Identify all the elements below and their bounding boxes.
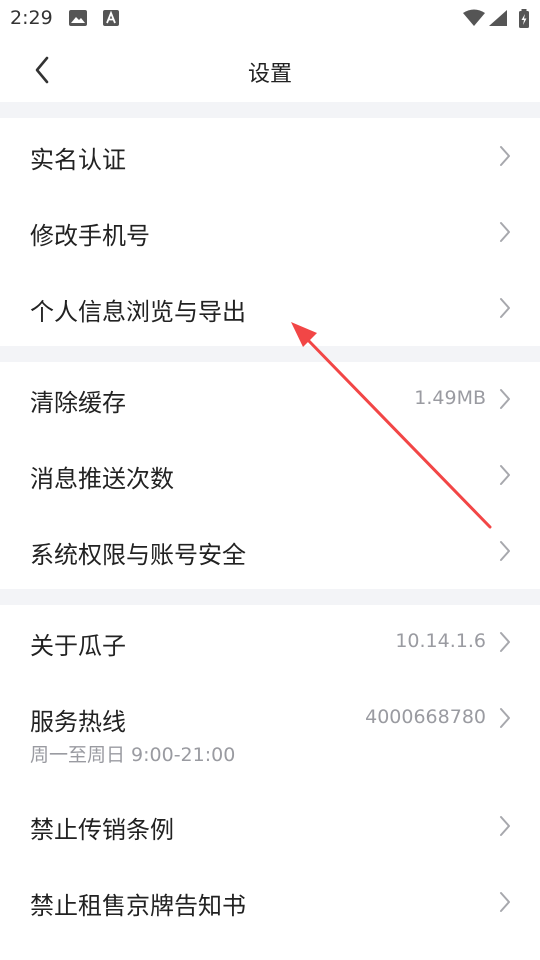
item-label: 系统权限与账号安全 (30, 541, 246, 569)
battery-charging-icon (519, 9, 529, 28)
item-label: 关于瓜子 (30, 632, 126, 660)
settings-item-personal-info-export[interactable]: 个人信息浏览与导出 (0, 270, 540, 346)
settings-item-clear-cache[interactable]: 清除缓存 1.49MB (0, 361, 540, 437)
a-notification-icon (103, 10, 119, 26)
status-bar: 2:29 (0, 0, 540, 36)
settings-item-push-frequency[interactable]: 消息推送次数 (0, 437, 540, 513)
item-label: 禁止传销条例 (30, 816, 174, 844)
settings-item-anti-mlm[interactable]: 禁止传销条例 (0, 788, 540, 864)
item-label: 实名认证 (30, 146, 126, 174)
settings-item-change-phone[interactable]: 修改手机号 (0, 194, 540, 270)
chevron-right-icon (500, 541, 510, 561)
chevron-right-icon (500, 465, 510, 485)
settings-item-beijing-plate-notice[interactable]: 禁止租售京牌告知书 (0, 864, 540, 940)
section-divider (0, 102, 540, 118)
hotline-hours: 周一至周日 9:00-21:00 (30, 744, 236, 766)
item-label: 禁止租售京牌告知书 (30, 892, 246, 920)
settings-item-real-name-auth[interactable]: 实名认证 (0, 118, 540, 194)
section-divider (0, 346, 540, 362)
section-divider (0, 589, 540, 605)
item-label: 修改手机号 (30, 222, 150, 250)
image-icon (69, 10, 87, 26)
item-label: 个人信息浏览与导出 (30, 298, 246, 326)
item-label: 服务热线 (30, 708, 126, 736)
settings-item-hotline[interactable]: 服务热线 4000668780 周一至周日 9:00-21:00 (0, 680, 540, 776)
chevron-right-icon (500, 708, 510, 728)
settings-item-permissions-security[interactable]: 系统权限与账号安全 (0, 513, 540, 589)
signal-icon (489, 10, 507, 26)
nav-bar: 设置 (0, 36, 540, 102)
chevron-right-icon (500, 146, 510, 166)
item-label: 清除缓存 (30, 389, 126, 417)
chevron-right-icon (500, 298, 510, 318)
status-time: 2:29 (10, 7, 53, 29)
settings-item-about[interactable]: 关于瓜子 10.14.1.6 (0, 604, 540, 680)
chevron-right-icon (500, 632, 510, 652)
chevron-right-icon (500, 816, 510, 836)
wifi-icon (463, 9, 485, 26)
item-label: 消息推送次数 (30, 465, 174, 493)
cache-size-value: 1.49MB (414, 387, 486, 409)
hotline-number: 4000668780 (365, 706, 486, 728)
chevron-right-icon (500, 892, 510, 912)
version-value: 10.14.1.6 (395, 630, 486, 652)
chevron-right-icon (500, 389, 510, 409)
chevron-right-icon (500, 222, 510, 242)
page-title: 设置 (247, 62, 292, 87)
